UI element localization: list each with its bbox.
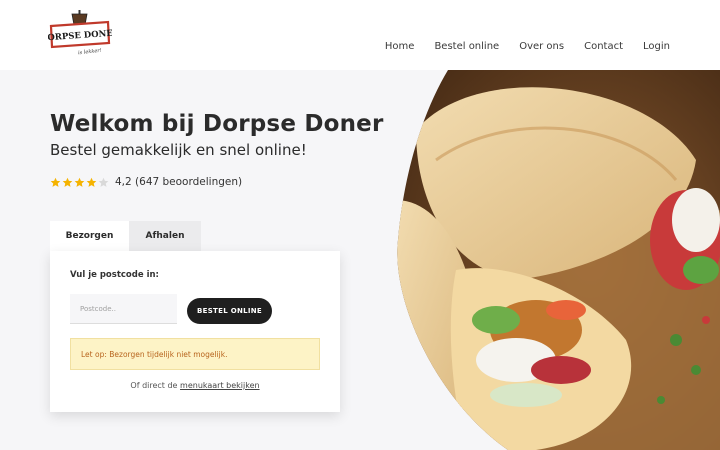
bestel-online-button[interactable]: BESTEL ONLINE [187, 298, 272, 324]
main-nav: Home Bestel online Over ons Contact Logi… [385, 41, 670, 52]
nav-over-ons[interactable]: Over ons [519, 41, 564, 52]
menu-line: Of direct de menukaart bekijken [50, 381, 340, 390]
star-icon [86, 177, 97, 187]
logo[interactable]: DORPSE DONER is lekker! [40, 9, 121, 61]
tab-afhalen[interactable]: Afhalen [129, 221, 201, 251]
nav-home[interactable]: Home [385, 41, 415, 52]
page-title: Welkom bij Dorpse Doner [50, 111, 384, 137]
hero-food-image [396, 70, 720, 450]
logo-tagline: is lekker! [78, 48, 102, 56]
star-empty-icon [98, 177, 109, 187]
site-header: DORPSE DONER is lekker! Home Bestel onli… [0, 0, 720, 70]
delivery-notice: Let op: Bezorgen tijdelijk niet mogelijk… [70, 338, 320, 370]
postcode-label: Vul je postcode in: [70, 270, 159, 280]
order-card: Vul je postcode in: BESTEL ONLINE Let op… [50, 251, 340, 412]
star-icon [50, 177, 61, 187]
tab-bezorgen[interactable]: Bezorgen [50, 221, 129, 251]
rating-stars [50, 177, 109, 188]
star-icon [62, 177, 73, 187]
rating: 4,2 (647 beoordelingen) [50, 176, 242, 188]
nav-login[interactable]: Login [643, 41, 670, 52]
postcode-input[interactable] [70, 294, 177, 324]
star-icon [74, 177, 85, 187]
menu-line-prefix: Of direct de [130, 381, 181, 390]
logo-graphic: DORPSE DONER is lekker! [40, 10, 121, 56]
rating-text: 4,2 (647 beoordelingen) [115, 176, 243, 188]
nav-bestel-online[interactable]: Bestel online [434, 41, 499, 52]
menu-link[interactable]: menukaart bekijken [180, 381, 260, 390]
page-subtitle: Bestel gemakkelijk en snel online! [50, 141, 307, 159]
order-tabs: Bezorgen Afhalen [50, 221, 201, 251]
nav-contact[interactable]: Contact [584, 41, 623, 52]
